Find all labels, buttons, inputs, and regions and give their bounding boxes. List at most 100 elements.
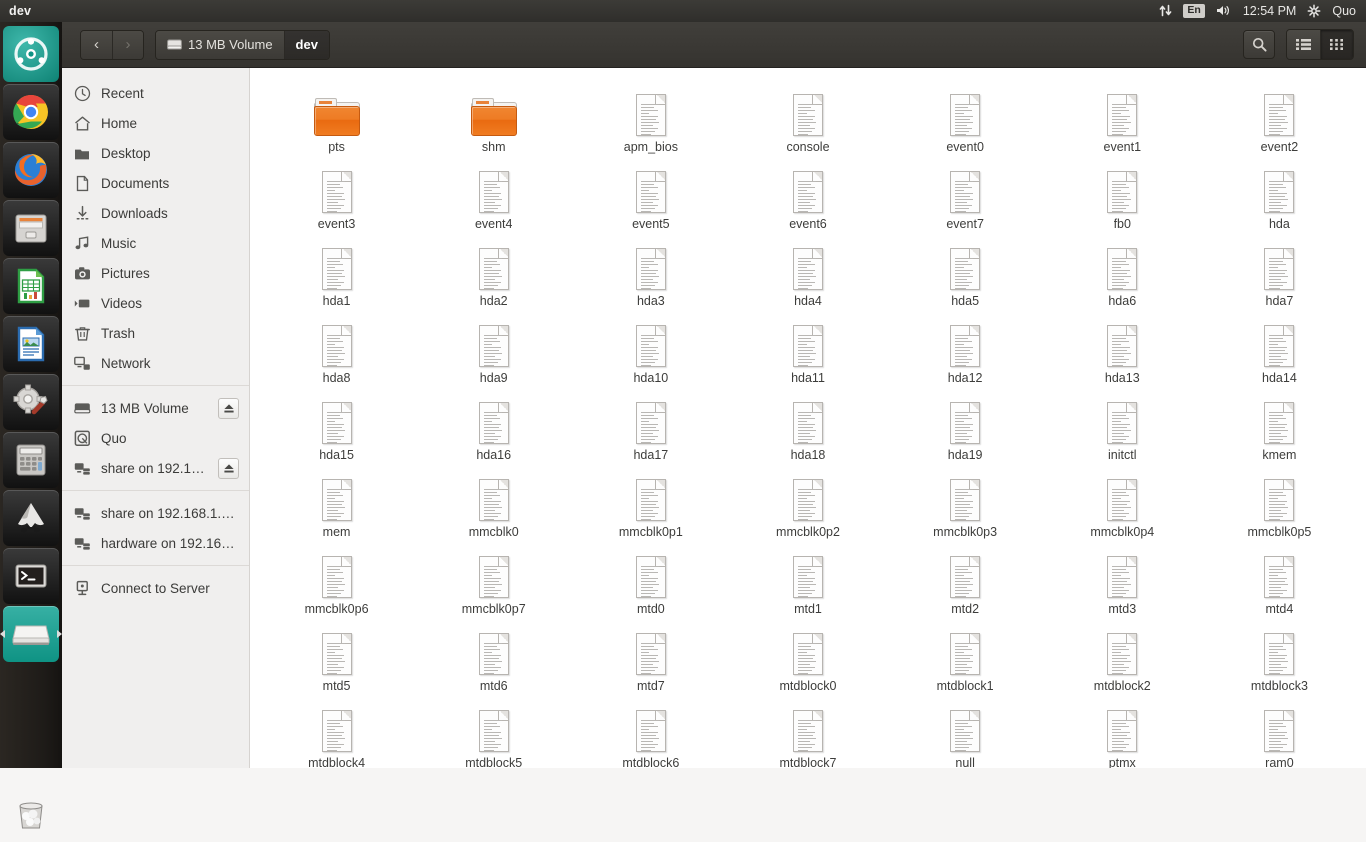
launcher-item-libreoffice-calc-icon[interactable] — [3, 258, 59, 314]
list-view-button[interactable] — [1287, 30, 1320, 59]
sidebar-item-recent[interactable]: Recent — [62, 78, 249, 108]
sidebar-item-pictures[interactable]: Pictures — [62, 258, 249, 288]
launcher-item-chrome-icon[interactable] — [3, 84, 59, 140]
file-item[interactable]: hda6 — [1044, 234, 1201, 309]
file-item[interactable]: hda14 — [1201, 311, 1358, 386]
file-item[interactable]: null — [887, 696, 1044, 768]
breadcrumb-item-dev[interactable]: dev — [284, 31, 329, 59]
forward-button[interactable]: › — [112, 31, 143, 59]
file-item[interactable]: hda9 — [415, 311, 572, 386]
file-item[interactable]: fb0 — [1044, 157, 1201, 232]
file-item[interactable]: hda15 — [258, 388, 415, 463]
eject-button[interactable] — [218, 458, 239, 479]
file-item[interactable]: hda16 — [415, 388, 572, 463]
file-item[interactable]: hda8 — [258, 311, 415, 386]
sidebar-item-desktop[interactable]: Desktop — [62, 138, 249, 168]
search-button[interactable] — [1243, 30, 1275, 59]
file-item[interactable]: hda11 — [729, 311, 886, 386]
file-item[interactable]: mtd0 — [572, 542, 729, 617]
launcher-item-terminal-icon[interactable] — [3, 548, 59, 604]
file-item[interactable]: hda1 — [258, 234, 415, 309]
file-item[interactable]: mtd7 — [572, 619, 729, 694]
file-item[interactable]: hda12 — [887, 311, 1044, 386]
file-item[interactable]: pts — [258, 80, 415, 155]
file-item[interactable]: mtdblock5 — [415, 696, 572, 768]
sidebar-item-network[interactable]: Network — [62, 348, 249, 378]
file-item[interactable]: mmcblk0p2 — [729, 465, 886, 540]
sidebar-item-documents[interactable]: Documents — [62, 168, 249, 198]
file-item[interactable]: hda13 — [1044, 311, 1201, 386]
file-item[interactable]: hda3 — [572, 234, 729, 309]
clock-indicator[interactable]: 12:54 PM — [1243, 5, 1297, 18]
sidebar-item-13-mb-volume[interactable]: 13 MB Volume — [62, 393, 249, 423]
volume-icon[interactable] — [1216, 4, 1232, 17]
file-item[interactable]: event4 — [415, 157, 572, 232]
file-item[interactable]: mtd1 — [729, 542, 886, 617]
launcher-item-ubuntu-dash-icon[interactable] — [3, 26, 59, 82]
sidebar-item-share-on-192-1[interactable]: share on 192.1… — [62, 453, 249, 483]
file-item[interactable]: hda — [1201, 157, 1358, 232]
file-item[interactable]: mmcblk0p6 — [258, 542, 415, 617]
keyboard-layout-indicator[interactable]: En — [1183, 4, 1204, 18]
back-button[interactable]: ‹ — [81, 31, 112, 59]
file-item[interactable]: event1 — [1044, 80, 1201, 155]
file-item[interactable]: apm_bios — [572, 80, 729, 155]
file-item[interactable]: mtdblock6 — [572, 696, 729, 768]
sidebar-item-connect-to-server[interactable]: Connect to Server — [62, 573, 249, 603]
sidebar-item-music[interactable]: Music — [62, 228, 249, 258]
file-item[interactable]: mmcblk0 — [415, 465, 572, 540]
sidebar-item-quo[interactable]: Quo — [62, 423, 249, 453]
file-item[interactable]: mtdblock0 — [729, 619, 886, 694]
launcher-item-files-icon[interactable] — [3, 200, 59, 256]
file-item[interactable]: event5 — [572, 157, 729, 232]
file-item[interactable]: hda18 — [729, 388, 886, 463]
file-item[interactable]: mtd6 — [415, 619, 572, 694]
file-item[interactable]: mtdblock3 — [1201, 619, 1358, 694]
file-item[interactable]: initctl — [1044, 388, 1201, 463]
file-item[interactable]: event3 — [258, 157, 415, 232]
sidebar-item-share-on-192-168-1[interactable]: share on 192.168.1.… — [62, 498, 249, 528]
launcher-item-firefox-icon[interactable] — [3, 142, 59, 198]
sidebar-item-videos[interactable]: Videos — [62, 288, 249, 318]
file-item[interactable]: hda10 — [572, 311, 729, 386]
file-item[interactable]: mtd5 — [258, 619, 415, 694]
file-item[interactable]: event2 — [1201, 80, 1358, 155]
sidebar-item-home[interactable]: Home — [62, 108, 249, 138]
file-item[interactable]: hda4 — [729, 234, 886, 309]
file-item[interactable]: hda17 — [572, 388, 729, 463]
file-item[interactable]: mmcblk0p4 — [1044, 465, 1201, 540]
file-item[interactable]: hda5 — [887, 234, 1044, 309]
file-item[interactable]: mmcblk0p3 — [887, 465, 1044, 540]
launcher-item-inkscape-icon[interactable] — [3, 490, 59, 546]
file-item[interactable]: hda2 — [415, 234, 572, 309]
file-item[interactable]: event0 — [887, 80, 1044, 155]
file-item[interactable]: mtd4 — [1201, 542, 1358, 617]
file-item[interactable]: mmcblk0p1 — [572, 465, 729, 540]
file-item[interactable]: mem — [258, 465, 415, 540]
file-item[interactable]: hda7 — [1201, 234, 1358, 309]
gear-icon[interactable] — [1307, 4, 1321, 18]
file-view[interactable]: ptsshmapm_biosconsoleevent0event1event2e… — [250, 68, 1366, 768]
file-item[interactable]: mtdblock4 — [258, 696, 415, 768]
file-item[interactable]: mtdblock1 — [887, 619, 1044, 694]
launcher-item-libreoffice-writer-icon[interactable] — [3, 316, 59, 372]
sidebar-item-trash[interactable]: Trash — [62, 318, 249, 348]
launcher-item-trash-icon[interactable] — [3, 786, 59, 842]
file-item[interactable]: mtd2 — [887, 542, 1044, 617]
sidebar-item-hardware-on-192-16[interactable]: hardware on 192.16… — [62, 528, 249, 558]
file-item[interactable]: mtdblock2 — [1044, 619, 1201, 694]
file-item[interactable]: hda19 — [887, 388, 1044, 463]
launcher-item-settings-icon[interactable] — [3, 374, 59, 430]
session-user-name[interactable]: Quo — [1332, 5, 1356, 18]
sidebar-item-downloads[interactable]: Downloads — [62, 198, 249, 228]
file-item[interactable]: kmem — [1201, 388, 1358, 463]
file-item[interactable]: ram0 — [1201, 696, 1358, 768]
launcher-item-calculator-icon[interactable] — [3, 432, 59, 488]
file-item[interactable]: mmcblk0p7 — [415, 542, 572, 617]
eject-button[interactable] — [218, 398, 239, 419]
network-updown-icon[interactable] — [1159, 4, 1172, 17]
file-item[interactable]: mmcblk0p5 — [1201, 465, 1358, 540]
grid-view-button[interactable] — [1320, 30, 1353, 59]
breadcrumb-item-volume[interactable]: 13 MB Volume — [156, 31, 284, 59]
file-item[interactable]: ptmx — [1044, 696, 1201, 768]
